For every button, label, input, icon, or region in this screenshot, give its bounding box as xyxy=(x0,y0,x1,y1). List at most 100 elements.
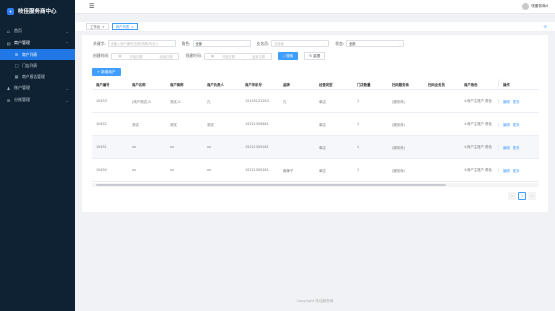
chevron-down-icon: ⌄ xyxy=(245,41,248,46)
salesman-filter: 业务员: 请选择 ⌄ xyxy=(257,40,330,47)
chevron-down-icon: ⌄ xyxy=(65,85,69,91)
report-icon: ▦ xyxy=(14,74,19,79)
horizontal-scrollbar[interactable] xyxy=(92,183,539,187)
sidebar-menu: ⌂ 首页 ⌄ ▤ 商户管理 ⌃ ≡ 商户列表 □ 门店列表 ▦ 商户报告管理 ♟… xyxy=(0,25,75,106)
date-sep: - xyxy=(242,54,245,58)
col-merchant-id: 商户编号 xyxy=(96,82,110,87)
sidebar-item-merchant-manage[interactable]: ▤ 商户管理 ⌃ xyxy=(0,37,75,49)
cell: 单店 xyxy=(319,168,326,173)
user-icon: ♟ xyxy=(6,85,11,91)
row-actions: 编辑 更多 xyxy=(498,98,539,104)
more-link[interactable]: 更多 xyxy=(513,122,520,127)
col-owner: 商户负责人 xyxy=(207,82,224,87)
row-actions: 编辑 更多 xyxy=(498,121,539,127)
cell: 测试 xyxy=(207,122,214,127)
keyword-input[interactable]: 请输入商户编号/名称/简称/负责人 xyxy=(107,40,176,47)
search-button-label: 搜索 xyxy=(285,53,294,58)
bind-date-range[interactable]: ▣ 开始日期 - 结束日期 xyxy=(203,52,272,60)
sidebar-item-merchant-list[interactable]: ≡ 商户列表 xyxy=(0,49,75,60)
hamburger-icon[interactable]: ☰ xyxy=(89,3,94,10)
reset-button-label: 重置 xyxy=(313,53,321,58)
salesman-placeholder: 请选择 xyxy=(274,42,284,46)
row-actions: 编辑 更多 xyxy=(498,144,539,150)
edit-link[interactable]: 编辑 xyxy=(503,145,510,150)
col-operations: 操作 xyxy=(498,79,539,89)
col-scan-salesman: 扫码业务员 xyxy=(428,82,445,87)
col-merchant-role: 商户角色 xyxy=(464,82,478,87)
role-select[interactable]: 全部 ⌄ xyxy=(192,40,251,47)
cell: (服务商) xyxy=(392,145,405,150)
edit-link[interactable]: 编辑 xyxy=(503,168,510,173)
chevron-up-icon: ⌃ xyxy=(65,40,69,46)
more-link[interactable]: 更多 xyxy=(513,168,520,173)
date-sep: - xyxy=(150,54,152,58)
tab-workbench[interactable]: 工作台 ✕ xyxy=(86,23,109,30)
cell: 麻辣子 xyxy=(283,168,294,173)
sidebar-item-account-manage[interactable]: ♟ 账户管理 ⌄ xyxy=(0,82,75,94)
status-select[interactable]: 全部 ⌄ xyxy=(346,40,405,47)
prev-page-button[interactable]: ‹ xyxy=(508,192,516,200)
status-value: 全部 xyxy=(349,42,356,46)
cell: 1 xyxy=(357,168,360,172)
store-icon: □ xyxy=(14,63,19,68)
close-icon[interactable]: ✕ xyxy=(102,25,105,29)
more-link[interactable]: 更多 xyxy=(513,145,520,150)
sidebar-item-label: 商户管理 xyxy=(14,40,30,45)
cell: ①商户主账户 角色 xyxy=(464,121,492,126)
tags-bar: 工作台 ✕ 商户列表 ✕ ⟳ xyxy=(75,22,555,32)
main-card: 关键字: 请输入商户编号/名称/简称/负责人 角色: 全部 ⌄ 业务员: 请选择… xyxy=(82,35,548,212)
sidebar-item-label: 分账管理 xyxy=(14,97,30,102)
date-end: 结束日期 xyxy=(252,54,265,59)
user-menu[interactable]: 吱服务商4 xyxy=(522,3,548,10)
role-filter: 角色: 全部 ⌄ xyxy=(182,40,251,47)
refresh-icon[interactable]: ⟳ xyxy=(544,24,547,29)
calendar-icon: ▣ xyxy=(118,54,122,58)
sidebar-item-label: 门店列表 xyxy=(22,62,38,68)
search-button[interactable]: ⌕ 搜索 xyxy=(277,52,299,60)
sidebar-item-split-manage[interactable]: ⊞ 分账管理 ⌄ xyxy=(0,94,75,106)
col-business-type: 经营类型 xyxy=(319,82,333,87)
tab-label: 商户列表 xyxy=(115,25,130,29)
sidebar-item-label: 账户管理 xyxy=(14,85,30,90)
sidebar-item-label: 商户报告管理 xyxy=(22,73,45,79)
list-icon: ≡ xyxy=(14,52,19,57)
status-label: 状态: xyxy=(335,40,345,46)
scrollbar-thumb[interactable] xyxy=(96,184,446,186)
row-actions: 编辑 更多 xyxy=(498,167,539,173)
brand: ✦ 吱佳服务商中心 xyxy=(0,0,75,22)
cell: 测试-G xyxy=(170,99,181,104)
close-icon[interactable]: ✕ xyxy=(131,25,134,29)
chevron-down-icon: ⌄ xyxy=(398,41,402,46)
create-time-filter: 创建时间: ▣ 开始日期 - 结束日期 xyxy=(93,52,180,60)
cell: 1 xyxy=(357,99,360,103)
cell: 1 xyxy=(357,122,360,126)
edit-link[interactable]: 编辑 xyxy=(503,99,510,104)
col-brand: 品牌 xyxy=(283,82,290,87)
salesman-select[interactable]: 请选择 ⌄ xyxy=(271,40,330,47)
edit-link[interactable]: 编辑 xyxy=(503,122,510,127)
reset-button[interactable]: ↻ 重置 xyxy=(304,52,326,60)
create-time-label: 创建时间: xyxy=(93,53,110,58)
sidebar-item-store-list[interactable]: □ 门店列表 xyxy=(0,60,75,71)
cell: xx xyxy=(132,168,137,172)
cell: ①商户主账户 角色 xyxy=(464,167,492,172)
keyword-label: 关键字: xyxy=(93,40,106,46)
sidebar-item-merchant-report[interactable]: ▦ 商户报告管理 xyxy=(0,71,75,82)
col-merchant-name: 商户名称 xyxy=(132,82,146,87)
keyword-filter: 关键字: 请输入商户编号/名称/简称/负责人 xyxy=(93,40,176,47)
cell: xx xyxy=(132,145,137,149)
col-phone: 商户手机号 xyxy=(245,82,262,87)
table-row: 10453 (商户测试-G 测试-G 孔 15155121283 孔 单店 1 … xyxy=(92,90,539,113)
tab-merchant-list[interactable]: 商户列表 ✕ xyxy=(111,23,138,30)
create-date-range[interactable]: ▣ 开始日期 - 结束日期 xyxy=(111,52,180,60)
chevron-down-icon: ⌄ xyxy=(65,28,69,34)
sidebar-item-home[interactable]: ⌂ 首页 ⌄ xyxy=(0,25,75,37)
search-icon: ⌕ xyxy=(282,54,285,58)
sidebar: ✦ 吱佳服务商中心 ⌂ 首页 ⌄ ▤ 商户管理 ⌃ ≡ 商户列表 □ 门店列表 … xyxy=(0,0,75,311)
add-merchant-button[interactable]: + 新增商户 xyxy=(92,68,121,76)
table-header: 商户编号 商户名称 商户简称 商户负责人 商户手机号 品牌 经营类型 门店数量 … xyxy=(92,79,539,90)
page-number[interactable]: 1 xyxy=(518,192,526,200)
col-merchant-short: 商户简称 xyxy=(170,82,184,87)
more-link[interactable]: 更多 xyxy=(513,99,520,104)
next-page-button[interactable]: › xyxy=(528,192,536,200)
